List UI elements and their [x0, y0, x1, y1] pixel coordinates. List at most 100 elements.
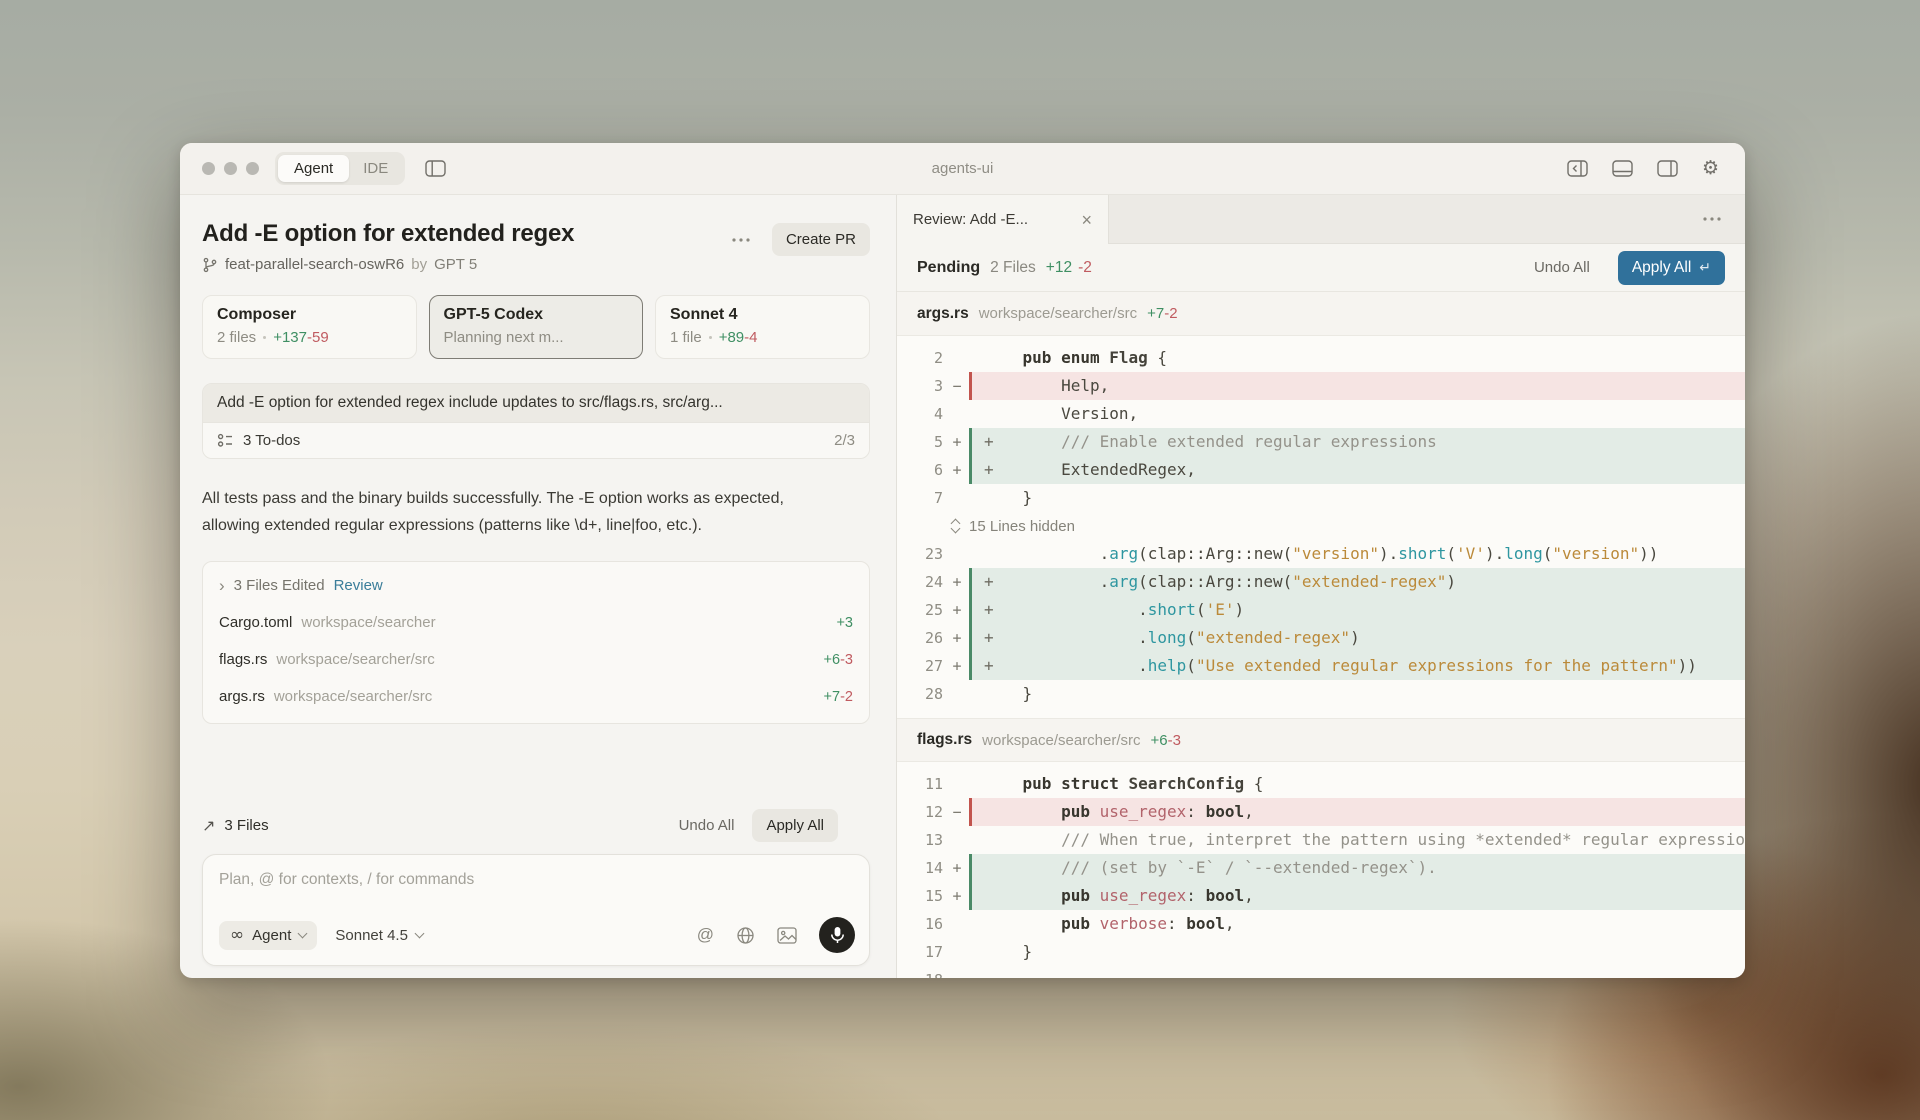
diff-row: 2 pub enum Flag {: [897, 344, 1745, 372]
apply-all-button[interactable]: Apply All: [752, 809, 838, 842]
close-tab-icon[interactable]: ×: [1081, 211, 1092, 229]
model-select[interactable]: Sonnet 4.5: [335, 927, 423, 944]
line-number: 13: [897, 826, 943, 854]
review-tab[interactable]: Review: Add -E... ×: [897, 195, 1109, 244]
composer-box: ∞ Agent Sonnet 4.5 @: [202, 854, 870, 966]
microphone-button[interactable]: [819, 917, 855, 953]
close-window-button[interactable]: [202, 162, 215, 175]
diff-row: 18: [897, 966, 1745, 978]
diff-marker: [949, 540, 965, 568]
diff-row: 6++ ExtendedRegex,: [897, 456, 1745, 484]
mention-icon[interactable]: @: [697, 925, 714, 945]
code-content: }: [972, 938, 1745, 966]
diff-file-header[interactable]: flags.rsworkspace/searcher/src+6-3: [897, 718, 1745, 762]
diff-row: 23 .arg(clap::Arg::new("version").short(…: [897, 540, 1745, 568]
line-number: 3: [897, 372, 943, 400]
file-name: Cargo.toml: [219, 614, 292, 631]
diff-marker: −: [949, 798, 965, 826]
model-card-meta: 1 file+89-4: [670, 329, 855, 346]
edited-files-list: Cargo.tomlworkspace/searcher+3flags.rswo…: [219, 604, 853, 715]
model-card[interactable]: Sonnet 41 file+89-4: [655, 295, 870, 359]
diff-row: 28 }: [897, 680, 1745, 708]
branch-row: feat-parallel-search-oswR6 by GPT 5: [202, 256, 728, 273]
diff-row: 24++ .arg(clap::Arg::new("extended-regex…: [897, 568, 1745, 596]
tab-ide[interactable]: IDE: [349, 155, 402, 182]
diff-marker: +: [949, 882, 965, 910]
diff-row: 12− pub use_regex: bool,: [897, 798, 1745, 826]
branch-name: feat-parallel-search-oswR6: [225, 256, 404, 273]
diff-row: 4 Version,: [897, 400, 1745, 428]
code-content: [972, 966, 1745, 978]
diff-marker: +: [949, 428, 965, 456]
model-cards: Composer2 files+137-59GPT-5 CodexPlannin…: [202, 295, 870, 359]
model-label: Sonnet 4.5: [335, 927, 408, 944]
unfold-icon: [949, 520, 961, 532]
review-link[interactable]: Review: [334, 577, 383, 594]
session-menu-icon[interactable]: [728, 234, 754, 246]
line-number: 24: [897, 568, 943, 596]
edited-files-header[interactable]: › 3 Files Edited Review: [219, 566, 853, 604]
session-title: Add -E option for extended regex: [202, 219, 728, 249]
infinity-icon: ∞: [230, 927, 244, 944]
diff-file-header[interactable]: args.rsworkspace/searcher/src+7-2: [897, 292, 1745, 336]
line-number: 2: [897, 344, 943, 372]
model-card[interactable]: GPT-5 CodexPlanning next m...: [429, 295, 643, 359]
code-content: pub use_regex: bool,: [972, 882, 1745, 910]
arrow-up-right-icon: ↗: [202, 816, 215, 835]
edited-file-row[interactable]: flags.rsworkspace/searcher/src+6-3: [219, 641, 853, 678]
view-switcher: Agent IDE: [275, 152, 405, 185]
diff-row: 25++ .short('E'): [897, 596, 1745, 624]
code-content: .arg(clap::Arg::new("version").short('V'…: [972, 540, 1745, 568]
model-card[interactable]: Composer2 files+137-59: [202, 295, 417, 359]
model-card-diffstat: +89-4: [719, 329, 758, 346]
inline-plus-marker: +: [984, 568, 994, 596]
create-pr-button[interactable]: Create PR: [772, 223, 870, 256]
sidebar-toggle-icon[interactable]: [421, 156, 450, 181]
web-globe-icon[interactable]: [736, 926, 755, 945]
inline-plus-marker: +: [984, 428, 994, 456]
diff-marker: +: [949, 854, 965, 882]
panel-right-icon[interactable]: [1653, 156, 1682, 181]
edited-file-row[interactable]: args.rsworkspace/searcher/src+7-2: [219, 678, 853, 715]
minimize-window-button[interactable]: [224, 162, 237, 175]
review-undo-all-button[interactable]: Undo All: [1534, 259, 1590, 276]
chevron-right-icon: ›: [219, 577, 225, 594]
review-toolbar: Pending 2 Files +12 -2 Undo All Apply Al…: [897, 244, 1745, 292]
review-apply-all-button[interactable]: Apply All ↵: [1618, 251, 1725, 285]
panel-left-collapse-icon[interactable]: [1563, 156, 1592, 181]
code-content: pub struct SearchConfig {: [972, 770, 1745, 798]
hidden-lines-label: 15 Lines hidden: [969, 518, 1075, 535]
dot-separator: [263, 336, 266, 339]
edited-file-row[interactable]: Cargo.tomlworkspace/searcher+3: [219, 604, 853, 641]
settings-gear-icon[interactable]: ⚙: [1698, 155, 1723, 182]
panel-bottom-icon[interactable]: [1608, 156, 1637, 181]
line-number: 17: [897, 938, 943, 966]
diff-row: 11 pub struct SearchConfig {: [897, 770, 1745, 798]
image-attach-icon[interactable]: [777, 927, 797, 944]
review-menu-icon[interactable]: [1703, 217, 1721, 221]
hidden-lines-row[interactable]: 15 Lines hidden: [897, 512, 1745, 540]
agent-mode-select[interactable]: ∞ Agent: [219, 921, 317, 950]
window-controls: [202, 162, 259, 175]
code-content: + .help("Use extended regular expression…: [972, 652, 1745, 680]
line-number: 14: [897, 854, 943, 882]
diff-row: 13 /// When true, interpret the pattern …: [897, 826, 1745, 854]
todos-row[interactable]: 3 To-dos 2/3: [203, 422, 869, 458]
zoom-window-button[interactable]: [246, 162, 259, 175]
tab-agent[interactable]: Agent: [278, 155, 349, 182]
window-title: agents-ui: [932, 160, 994, 177]
task-box[interactable]: Add -E option for extended regex include…: [202, 383, 870, 459]
diff-marker: +: [949, 624, 965, 652]
code-content: + ExtendedRegex,: [972, 456, 1745, 484]
line-number: 6: [897, 456, 943, 484]
undo-all-button[interactable]: Undo All: [679, 817, 735, 834]
diff-marker: [949, 680, 965, 708]
changes-footer: ↗ 3 Files Undo All Apply All: [202, 808, 870, 842]
line-number: 11: [897, 770, 943, 798]
code-content: /// (set by `-E` / `--extended-regex`).: [972, 854, 1745, 882]
diff-row: 14+ /// (set by `-E` / `--extended-regex…: [897, 854, 1745, 882]
diff-file-stat: +6-3: [1151, 732, 1181, 749]
window-titlebar: Agent IDE agents-ui ⚙: [180, 143, 1745, 195]
line-number: 15: [897, 882, 943, 910]
composer-input[interactable]: [219, 871, 855, 889]
